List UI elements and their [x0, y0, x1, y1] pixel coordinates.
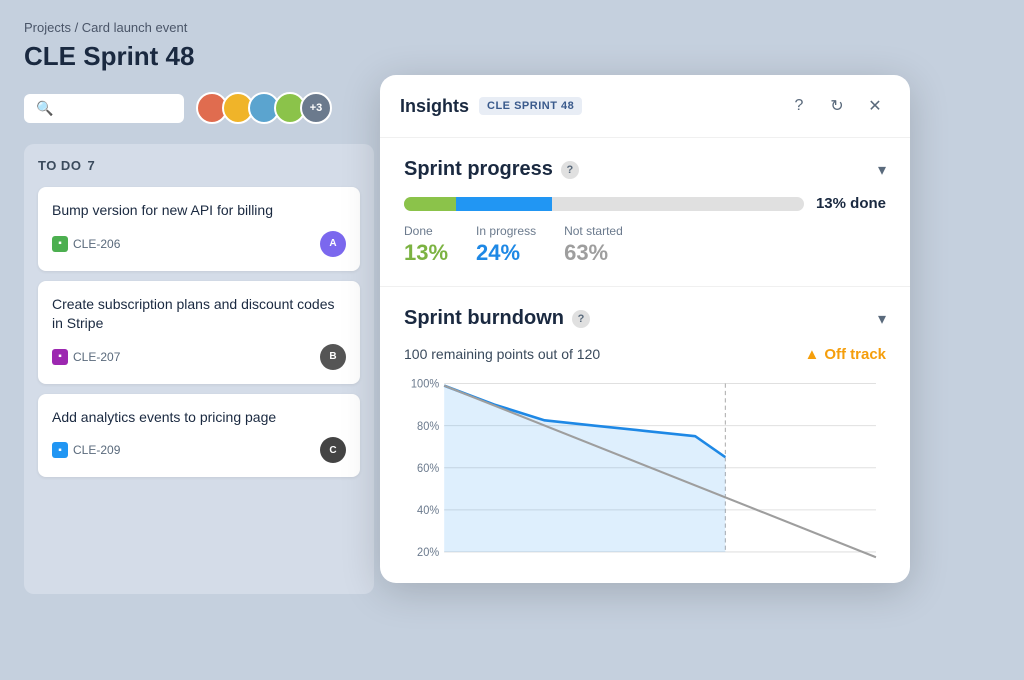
- card-meta: ▪ CLE-209 C: [52, 437, 346, 463]
- progress-summary-label: 13% done: [816, 195, 886, 212]
- card-id-icon: ▪: [52, 349, 68, 365]
- progress-inprogress: [456, 197, 552, 211]
- card-cle207[interactable]: Create subscription plans and discount c…: [38, 281, 360, 384]
- burndown-info: 100 remaining points out of 120: [404, 344, 600, 365]
- column-todo: TO DO 7 Bump version for new API for bil…: [24, 144, 374, 594]
- card-title: Create subscription plans and discount c…: [52, 295, 346, 334]
- insights-header: Insights CLE SPRINT 48 ? ↻ ✕: [380, 75, 910, 138]
- card-id: ▪ CLE-207: [52, 349, 120, 365]
- insights-help-button[interactable]: ?: [784, 91, 814, 121]
- burndown-chart: 100% 80% 60% 40% 20%: [404, 373, 886, 573]
- card-cle206[interactable]: Bump version for new API for billing ▪ C…: [38, 187, 360, 271]
- off-track-label: Off track: [824, 346, 886, 363]
- svg-text:100%: 100%: [411, 379, 439, 391]
- sprint-progress-header: Sprint progress ? ▾: [404, 158, 886, 181]
- legend-notstarted: Not started 63%: [564, 224, 623, 266]
- avatar-overflow-count: +3: [300, 92, 332, 124]
- insights-badge: CLE SPRINT 48: [479, 97, 582, 115]
- progress-legend: Done 13% In progress 24% Not started 63%: [404, 224, 886, 266]
- insights-header-actions: ? ↻ ✕: [784, 91, 890, 121]
- off-track-badge: ▲ Off track: [804, 346, 886, 363]
- card-meta: ▪ CLE-206 A: [52, 231, 346, 257]
- sprint-burndown-chevron[interactable]: ▾: [878, 309, 886, 329]
- avatar-group: +3: [196, 92, 332, 124]
- card-assignee-avatar: A: [320, 231, 346, 257]
- legend-inprogress-label: In progress: [476, 224, 536, 238]
- legend-notstarted-label: Not started: [564, 224, 623, 238]
- column-header-todo: TO DO 7: [38, 158, 360, 173]
- card-id-label: CLE-209: [73, 443, 120, 457]
- legend-inprogress: In progress 24%: [476, 224, 536, 266]
- card-assignee-avatar: B: [320, 344, 346, 370]
- progress-done: [404, 197, 456, 211]
- sprint-progress-title: Sprint progress ?: [404, 158, 579, 181]
- insights-panel: Insights CLE SPRINT 48 ? ↻ ✕ Sprint prog…: [380, 75, 910, 583]
- card-title: Bump version for new API for billing: [52, 201, 346, 221]
- legend-notstarted-value: 63%: [564, 240, 623, 266]
- legend-done: Done 13%: [404, 224, 448, 266]
- card-id-icon: ▪: [52, 236, 68, 252]
- svg-text:40%: 40%: [417, 505, 439, 517]
- sprint-burndown-section: Sprint burndown ? ▾ 100 remaining points…: [380, 287, 910, 583]
- sprint-burndown-title: Sprint burndown ?: [404, 307, 590, 330]
- svg-text:80%: 80%: [417, 421, 439, 433]
- warning-icon: ▲: [804, 346, 819, 363]
- sprint-burndown-help[interactable]: ?: [572, 310, 590, 328]
- sprint-progress-section: Sprint progress ? ▾ 13% done Done 13% In…: [380, 138, 910, 287]
- legend-done-label: Done: [404, 224, 448, 238]
- insights-refresh-button[interactable]: ↻: [822, 91, 852, 121]
- card-assignee-avatar: C: [320, 437, 346, 463]
- svg-text:60%: 60%: [417, 463, 439, 475]
- column-label-todo: TO DO: [38, 158, 81, 173]
- legend-inprogress-value: 24%: [476, 240, 536, 266]
- burndown-area: [444, 386, 725, 552]
- column-count-todo: 7: [87, 158, 95, 173]
- progress-bar-container: 13% done: [404, 195, 886, 212]
- legend-done-value: 13%: [404, 240, 448, 266]
- sprint-progress-chevron[interactable]: ▾: [878, 160, 886, 180]
- card-id: ▪ CLE-206: [52, 236, 120, 252]
- progress-bar: [404, 197, 804, 211]
- card-meta: ▪ CLE-207 B: [52, 344, 346, 370]
- burndown-chart-svg: 100% 80% 60% 40% 20%: [404, 373, 886, 573]
- sprint-burndown-header: Sprint burndown ? ▾: [404, 307, 886, 330]
- insights-title: Insights: [400, 96, 469, 117]
- card-id: ▪ CLE-209: [52, 442, 120, 458]
- card-id-label: CLE-206: [73, 237, 120, 251]
- burndown-meta: 100 remaining points out of 120 ▲ Off tr…: [404, 344, 886, 365]
- card-cle209[interactable]: Add analytics events to pricing page ▪ C…: [38, 394, 360, 478]
- breadcrumb: Projects / Card launch event: [24, 20, 1000, 35]
- sprint-progress-help[interactable]: ?: [561, 161, 579, 179]
- page-title: CLE Sprint 48: [24, 41, 1000, 72]
- search-icon: 🔍: [36, 100, 53, 117]
- svg-text:20%: 20%: [417, 547, 439, 559]
- card-id-label: CLE-207: [73, 350, 120, 364]
- search-box[interactable]: 🔍: [24, 94, 184, 123]
- card-title: Add analytics events to pricing page: [52, 408, 346, 428]
- insights-close-button[interactable]: ✕: [860, 91, 890, 121]
- card-id-icon: ▪: [52, 442, 68, 458]
